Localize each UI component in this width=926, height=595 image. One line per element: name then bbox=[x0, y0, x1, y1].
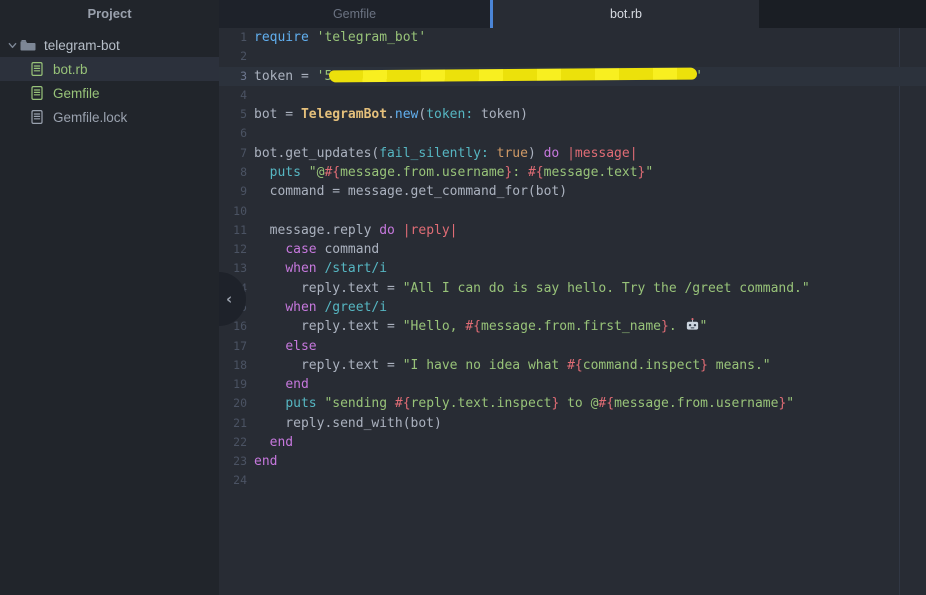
line-number: 5 bbox=[219, 105, 254, 124]
code-line[interactable]: 6 bbox=[219, 124, 926, 143]
line-number: 2 bbox=[219, 47, 254, 66]
code-line-text: end bbox=[254, 452, 926, 471]
line-number: 20 bbox=[219, 394, 254, 413]
code-line[interactable]: 24 bbox=[219, 471, 926, 490]
code-line[interactable]: 22 end bbox=[219, 433, 926, 452]
code-line[interactable]: 7bot.get_updates(fail_silently: true) do… bbox=[219, 144, 926, 163]
code-line-text: reply.send_with(bot) bbox=[254, 414, 926, 433]
ide-window: Project telegram-botbot.rbGemfileGemfile… bbox=[0, 0, 926, 595]
line-number: 11 bbox=[219, 221, 254, 240]
line-number: 6 bbox=[219, 124, 254, 143]
line-number: 7 bbox=[219, 144, 254, 163]
code-line-text: message.reply do |reply| bbox=[254, 221, 926, 240]
code-line-text: end bbox=[254, 433, 926, 452]
code-line[interactable]: 23end bbox=[219, 452, 926, 471]
folder-icon bbox=[20, 37, 36, 53]
code-line-text: end bbox=[254, 375, 926, 394]
redacted-token-highlight bbox=[329, 68, 697, 83]
code-editor[interactable]: 1require 'telegram_bot'23token = '5'45bo… bbox=[219, 28, 926, 595]
code-line[interactable]: 21 reply.send_with(bot) bbox=[219, 414, 926, 433]
code-line-text: reply.text = "Hello, #{message.from.firs… bbox=[254, 317, 926, 336]
code-line[interactable]: 1require 'telegram_bot' bbox=[219, 28, 926, 47]
tree-item-label: Gemfile bbox=[53, 86, 100, 101]
file-document-icon bbox=[29, 85, 45, 101]
tree-item-label: bot.rb bbox=[53, 62, 88, 77]
code-line[interactable]: 4 bbox=[219, 86, 926, 105]
line-number: 22 bbox=[219, 433, 254, 452]
code-line-text bbox=[254, 86, 926, 105]
code-line[interactable]: 3token = '5' bbox=[219, 67, 926, 86]
code-line-text bbox=[254, 47, 926, 66]
tree-item-gemfile-lock[interactable]: Gemfile.lock bbox=[0, 105, 219, 129]
code-line-text: bot = TelegramBot.new(token: token) bbox=[254, 105, 926, 124]
code-line[interactable]: 18 reply.text = "I have no idea what #{c… bbox=[219, 356, 926, 375]
file-tree: telegram-bot bot.rb Gemfile Gemfile.lock bbox=[0, 27, 219, 129]
code-line-text: else bbox=[254, 337, 926, 356]
code-line[interactable]: 9 command = message.get_command_for(bot) bbox=[219, 182, 926, 201]
line-number: 12 bbox=[219, 240, 254, 259]
code-lines: 1require 'telegram_bot'23token = '5'45bo… bbox=[219, 28, 926, 491]
code-line-text: require 'telegram_bot' bbox=[254, 28, 926, 47]
code-line[interactable]: 2 bbox=[219, 47, 926, 66]
code-line[interactable]: 17 else bbox=[219, 337, 926, 356]
tab-bar: Gemfilebot.rb bbox=[219, 0, 926, 28]
line-number: 24 bbox=[219, 471, 254, 490]
line-number: 1 bbox=[219, 28, 254, 47]
code-line-text: token = '5' bbox=[254, 67, 926, 86]
code-line[interactable]: 13 when /start/i bbox=[219, 259, 926, 278]
tree-item-telegram-bot[interactable]: telegram-bot bbox=[0, 33, 219, 57]
code-line[interactable]: 20 puts "sending #{reply.text.inspect} t… bbox=[219, 394, 926, 413]
code-line[interactable]: 8 puts "@#{message.from.username}: #{mes… bbox=[219, 163, 926, 182]
file-document-icon bbox=[29, 109, 45, 125]
code-line[interactable]: 16 reply.text = "Hello, #{message.from.f… bbox=[219, 317, 926, 336]
code-line[interactable]: 12 case command bbox=[219, 240, 926, 259]
code-line[interactable]: 5bot = TelegramBot.new(token: token) bbox=[219, 105, 926, 124]
code-line-text: puts "@#{message.from.username}: #{messa… bbox=[254, 163, 926, 182]
code-line-text: reply.text = "All I can do is say hello.… bbox=[254, 279, 926, 298]
code-line[interactable]: 19 end bbox=[219, 375, 926, 394]
tree-item-gemfile[interactable]: Gemfile bbox=[0, 81, 219, 105]
code-line[interactable]: 11 message.reply do |reply| bbox=[219, 221, 926, 240]
chevron-left-icon: ‹ bbox=[226, 290, 232, 308]
line-number: 10 bbox=[219, 202, 254, 221]
line-number: 9 bbox=[219, 182, 254, 201]
code-line-text: command = message.get_command_for(bot) bbox=[254, 182, 926, 201]
line-number: 23 bbox=[219, 452, 254, 471]
sidebar-title: Project bbox=[0, 0, 219, 27]
tab-gemfile[interactable]: Gemfile bbox=[219, 0, 490, 28]
tree-item-label: telegram-bot bbox=[44, 38, 120, 53]
code-line[interactable]: 14 reply.text = "All I can do is say hel… bbox=[219, 279, 926, 298]
tree-item-label: Gemfile.lock bbox=[53, 110, 127, 125]
line-number: 21 bbox=[219, 414, 254, 433]
tree-item-bot-rb[interactable]: bot.rb bbox=[0, 57, 219, 81]
line-number: 19 bbox=[219, 375, 254, 394]
code-line-text: case command bbox=[254, 240, 926, 259]
code-line[interactable]: 10 bbox=[219, 202, 926, 221]
code-line-text: when /start/i bbox=[254, 259, 926, 278]
code-line[interactable]: 15 when /greet/i bbox=[219, 298, 926, 317]
chevron-down-icon[interactable] bbox=[5, 41, 20, 50]
code-line-text bbox=[254, 124, 926, 143]
file-document-icon bbox=[29, 61, 45, 77]
line-number: 18 bbox=[219, 356, 254, 375]
line-number: 3 bbox=[219, 67, 254, 86]
robot-emoji-icon bbox=[685, 317, 700, 332]
code-line-text: reply.text = "I have no idea what #{comm… bbox=[254, 356, 926, 375]
code-line-text: bot.get_updates(fail_silently: true) do … bbox=[254, 144, 926, 163]
project-sidebar: Project telegram-bot bot.rb Gemfile Gemfile… bbox=[0, 0, 219, 595]
code-line-text: when /greet/i bbox=[254, 298, 926, 317]
code-line-text bbox=[254, 471, 926, 490]
code-line-text: puts "sending #{reply.text.inspect} to @… bbox=[254, 394, 926, 413]
line-number: 8 bbox=[219, 163, 254, 182]
code-line-text bbox=[254, 202, 926, 221]
line-number: 17 bbox=[219, 337, 254, 356]
line-number: 4 bbox=[219, 86, 254, 105]
tab-bot-rb[interactable]: bot.rb bbox=[493, 0, 759, 28]
